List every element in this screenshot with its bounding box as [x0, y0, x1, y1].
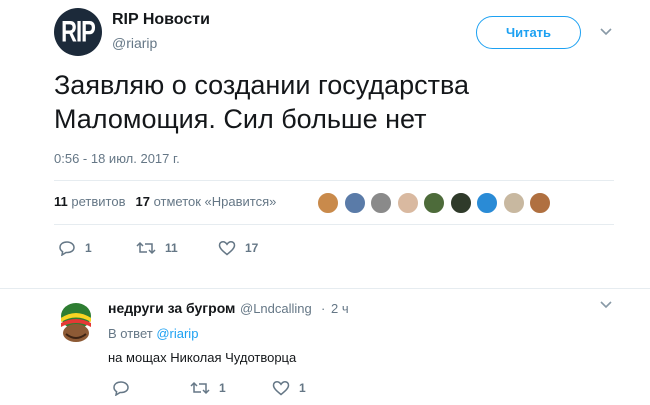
- retweets-stat[interactable]: 11 ретвитов: [54, 194, 125, 209]
- liker-avatar-2[interactable]: [342, 191, 367, 215]
- follow-button[interactable]: Читать: [476, 16, 581, 49]
- retweets-label: ретвитов: [71, 194, 126, 209]
- tweet-timestamp[interactable]: 0:56 - 18 июл. 2017 г.: [54, 151, 180, 166]
- reply-time[interactable]: 2 ч: [331, 301, 349, 316]
- divider-top: [54, 180, 614, 181]
- likes-stat[interactable]: 17 отметок «Нравится»: [135, 194, 276, 209]
- reply-action[interactable]: 1: [58, 240, 92, 256]
- reply-author-name[interactable]: недруги за бугром: [108, 300, 235, 316]
- like-count: 17: [245, 241, 259, 255]
- reply-separator: ·: [321, 301, 326, 316]
- tweet-stats: 11 ретвитов 17 отметок «Нравится»: [54, 194, 276, 209]
- likes-label: отметок «Нравится»: [153, 194, 277, 209]
- reply-count: 1: [85, 241, 92, 255]
- liker-avatar-5[interactable]: [422, 191, 446, 215]
- retweet-count: 11: [165, 241, 178, 255]
- heart-icon: [272, 380, 290, 396]
- tweet-text-line-2: Маломощия. Сил больше нет: [54, 104, 427, 134]
- retweet-icon: [190, 381, 210, 395]
- in-reply-to: В ответ @riarip: [108, 326, 198, 341]
- reply-retweet-action[interactable]: 1: [190, 380, 226, 396]
- like-action[interactable]: 17: [218, 240, 258, 256]
- reply-icon: [113, 381, 129, 396]
- likes-count: 17: [135, 194, 150, 209]
- avatar-logo-text: RIP: [61, 14, 96, 49]
- main-tweet: RIP RIP Новости @riarip Читать Заявляю о…: [0, 0, 650, 288]
- heart-icon: [218, 240, 236, 256]
- in-reply-handle-link[interactable]: @riarip: [156, 326, 198, 341]
- chevron-down-icon[interactable]: [599, 300, 613, 310]
- retweet-icon: [136, 241, 156, 255]
- liker-avatar-8[interactable]: [501, 191, 526, 215]
- liker-avatar-6[interactable]: [448, 191, 473, 215]
- retweets-count: 11: [54, 194, 68, 209]
- tweet-text: Заявляю о создании государства Маломощия…: [54, 68, 614, 136]
- reply-icon: [59, 241, 75, 256]
- reply-author-handle[interactable]: @Lndcalling: [240, 301, 312, 316]
- liker-avatar-9[interactable]: [528, 191, 552, 215]
- rasta-hat-avatar-icon: [61, 303, 91, 342]
- author-handle[interactable]: @riarip: [112, 35, 157, 51]
- reply-author-avatar[interactable]: [54, 300, 98, 344]
- reply-text: на мощах Николая Чудотворца: [108, 350, 297, 365]
- reply-like-action[interactable]: 1: [272, 380, 306, 396]
- retweet-action[interactable]: 11: [136, 240, 178, 256]
- tweet-separator: [0, 288, 650, 289]
- reply-retweet-count: 1: [219, 381, 226, 395]
- reply-like-count: 1: [299, 381, 306, 395]
- author-avatar[interactable]: RIP: [54, 8, 102, 56]
- chevron-down-icon[interactable]: [599, 27, 613, 37]
- liker-avatar-4[interactable]: [395, 191, 420, 215]
- reply-reply-action[interactable]: [112, 380, 130, 396]
- in-reply-prefix: В ответ: [108, 326, 153, 341]
- divider-bottom: [54, 224, 614, 225]
- author-name[interactable]: RIP Новости: [112, 11, 210, 29]
- liker-avatar-1[interactable]: [316, 191, 340, 215]
- liker-avatar-7[interactable]: [475, 191, 499, 215]
- liker-avatar-3[interactable]: [369, 191, 393, 215]
- tweet-text-line-1: Заявляю о создании государства: [54, 70, 470, 100]
